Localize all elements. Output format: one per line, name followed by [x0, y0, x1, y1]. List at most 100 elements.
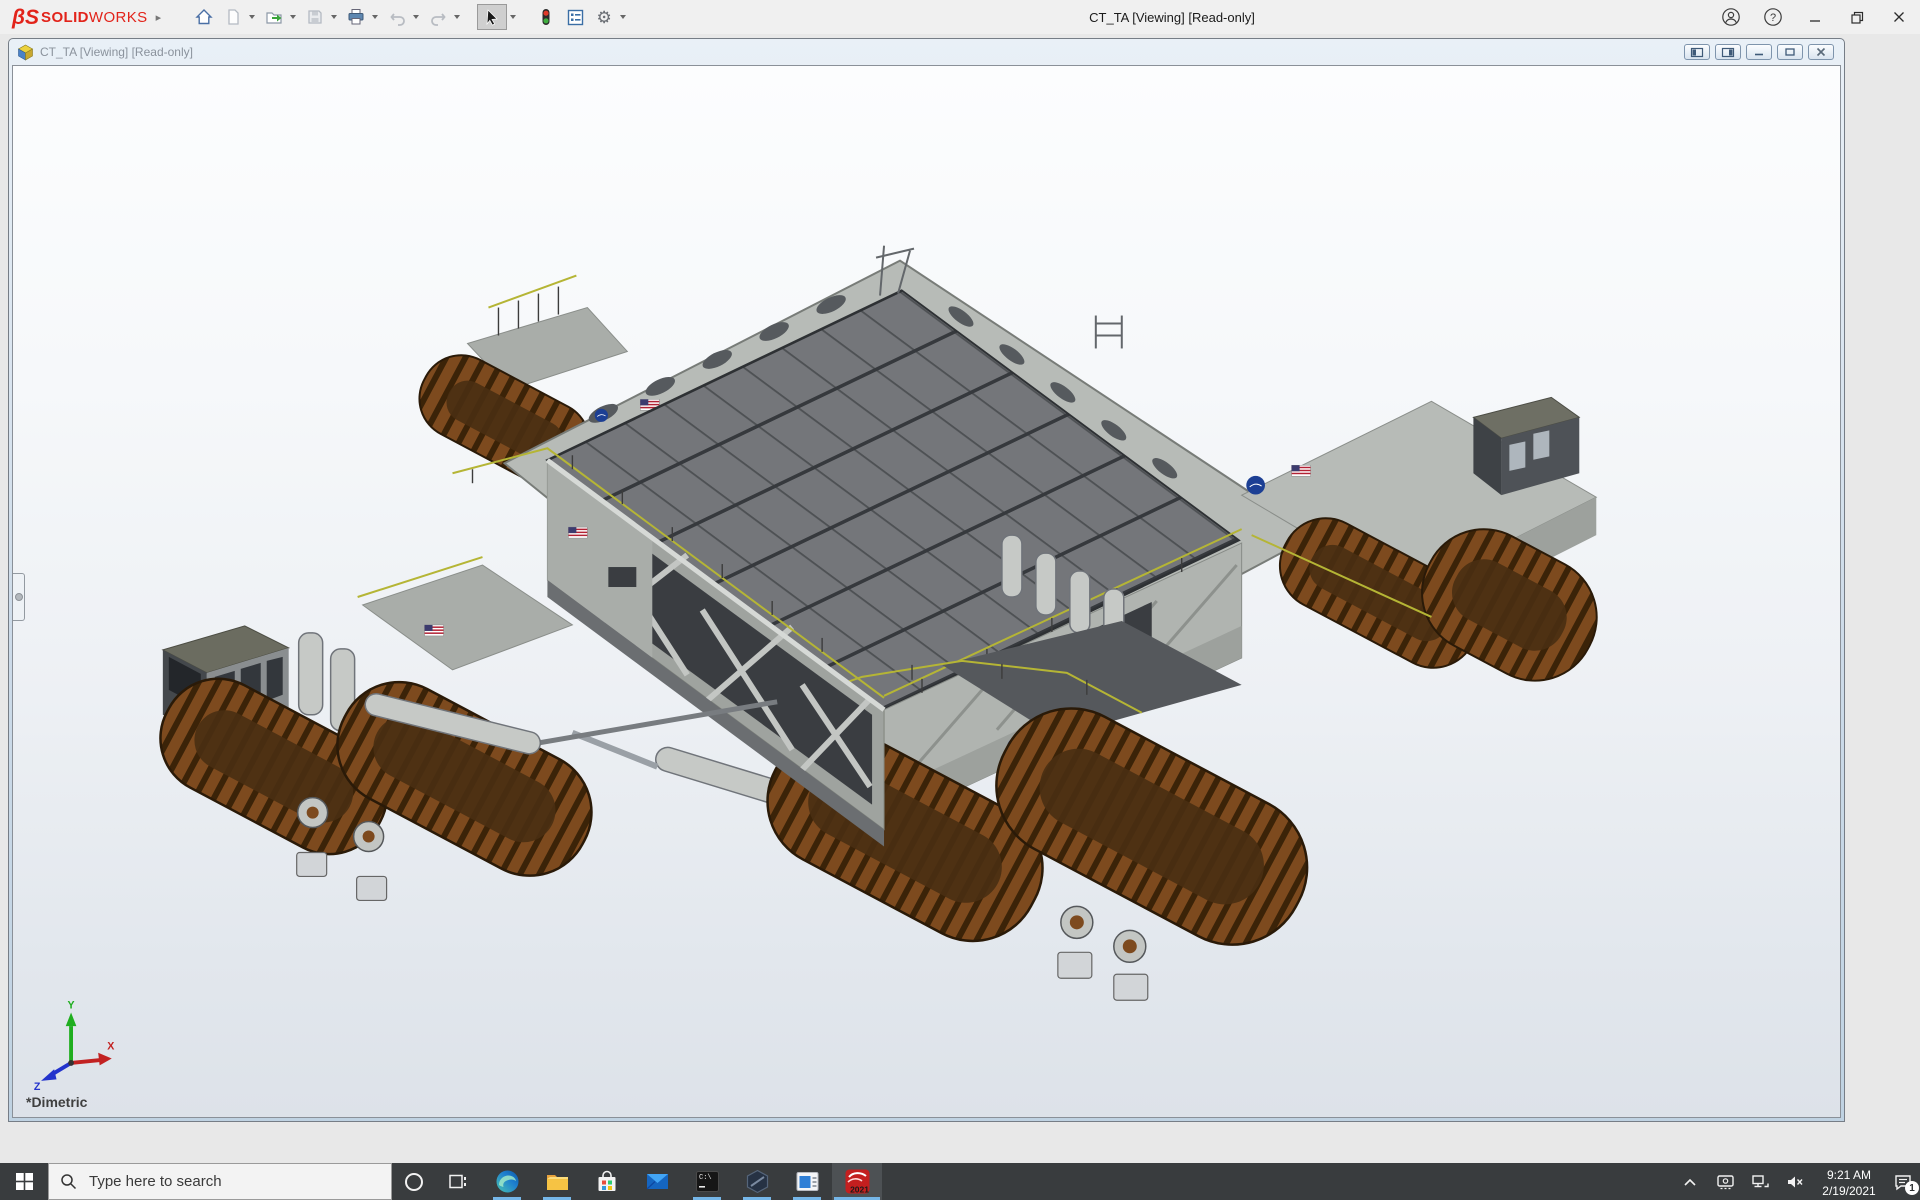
interference-lights-button[interactable]	[533, 4, 559, 30]
doc-close-icon	[1815, 47, 1827, 57]
assembly-cube-icon	[17, 44, 34, 61]
open-icon	[264, 7, 284, 27]
taskbar-app-mail[interactable]	[632, 1163, 682, 1200]
taskbar-search[interactable]	[48, 1163, 392, 1200]
action-center-button[interactable]: 1	[1891, 1163, 1915, 1200]
hexagon-app-icon	[745, 1169, 770, 1194]
pane-right-button[interactable]	[1715, 44, 1741, 60]
solidworks-2021-icon: 2021	[844, 1168, 871, 1195]
close-button[interactable]	[1888, 6, 1910, 28]
open-button[interactable]	[261, 4, 287, 30]
orientation-triad-icon: Y X Z	[27, 999, 119, 1091]
taskbar-apps: C:\	[482, 1163, 882, 1200]
task-list-button[interactable]	[562, 4, 588, 30]
home-icon	[194, 7, 214, 27]
doc-close-button[interactable]	[1808, 44, 1834, 60]
doc-restore-button[interactable]	[1777, 44, 1803, 60]
traffic-light-icon	[540, 7, 552, 27]
print-icon	[346, 7, 366, 27]
save-button[interactable]	[302, 4, 328, 30]
doc-minimize-button[interactable]	[1746, 44, 1772, 60]
chevron-up-icon	[1683, 1177, 1697, 1187]
home-button[interactable]	[191, 4, 217, 30]
taskbar-app-store[interactable]	[582, 1163, 632, 1200]
crawler-transporter-model	[13, 66, 1840, 1117]
network-button[interactable]	[1748, 1163, 1772, 1200]
redo-dropdown-icon[interactable]	[454, 15, 460, 19]
triad-y-label: Y	[68, 1000, 75, 1012]
workspace: CT_TA [Viewing] [Read-only]	[0, 34, 1920, 1163]
clock-time: 9:21 AM	[1818, 1168, 1880, 1184]
document-window-controls	[1684, 44, 1834, 60]
select-dropdown-icon[interactable]	[510, 15, 516, 19]
app-titlebar: βS SOLIDWORKS ▸	[0, 0, 1920, 35]
flyout-arrow-icon[interactable]: ▸	[156, 11, 162, 24]
document-titlebar[interactable]: CT_TA [Viewing] [Read-only]	[9, 39, 1844, 65]
print-button[interactable]	[343, 4, 369, 30]
taskbar-app-edge[interactable]	[482, 1163, 532, 1200]
restore-button[interactable]	[1846, 6, 1868, 28]
display-sync-button[interactable]	[1713, 1163, 1737, 1200]
print-dropdown-icon[interactable]	[372, 15, 378, 19]
taskbar-app-file-explorer[interactable]	[532, 1163, 582, 1200]
pane-left-icon	[1690, 47, 1704, 58]
task-view-icon	[448, 1172, 468, 1192]
collapsed-feature-pane-tab[interactable]	[13, 573, 25, 621]
taskbar-app-command-prompt[interactable]: C:\	[682, 1163, 732, 1200]
svg-text:2021: 2021	[850, 1185, 869, 1195]
display-sync-icon	[1716, 1173, 1735, 1190]
start-button[interactable]	[0, 1163, 48, 1200]
redo-button[interactable]	[425, 4, 451, 30]
options-button[interactable]: ⚙	[591, 4, 617, 30]
svg-text:C:\: C:\	[699, 1174, 712, 1182]
select-button[interactable]	[477, 4, 507, 30]
solidworks-wordmark: SOLIDWORKS	[41, 9, 148, 26]
right-truck	[1242, 397, 1618, 701]
screen: βS SOLIDWORKS ▸	[0, 0, 1920, 1200]
ds-logo-mark: βS	[12, 7, 39, 28]
search-input[interactable]	[87, 1172, 380, 1191]
save-icon	[306, 8, 324, 26]
cortana-button[interactable]	[392, 1163, 436, 1200]
undo-button[interactable]	[384, 4, 410, 30]
hidden-icons-button[interactable]	[1678, 1163, 1702, 1200]
account-button[interactable]	[1720, 6, 1742, 28]
new-document-button[interactable]	[220, 4, 246, 30]
clock-date: 2/19/2021	[1818, 1184, 1880, 1200]
new-dropdown-icon[interactable]	[249, 15, 255, 19]
pane-left-button[interactable]	[1684, 44, 1710, 60]
search-icon	[60, 1173, 77, 1190]
triad-z-label: Z	[34, 1081, 41, 1091]
edge-icon	[495, 1169, 520, 1194]
file-explorer-icon	[545, 1169, 570, 1194]
help-button[interactable]: ?	[1762, 6, 1784, 28]
task-view-button[interactable]	[436, 1163, 480, 1200]
minimize-icon	[1808, 10, 1822, 24]
windows-start-icon	[16, 1173, 33, 1190]
app-title: CT_TA [Viewing] [Read-only]	[1089, 0, 1255, 34]
graphics-viewport[interactable]: Y X Z *Dimetric	[12, 65, 1841, 1118]
minimize-button[interactable]	[1804, 6, 1826, 28]
taskbar-app-solidworks[interactable]: 2021	[832, 1163, 882, 1200]
taskbar-clock[interactable]: 9:21 AM 2/19/2021	[1818, 1163, 1880, 1200]
desktop-app-icon	[795, 1169, 820, 1194]
mail-icon	[645, 1169, 670, 1194]
taskbar-app-desktop[interactable]	[782, 1163, 832, 1200]
volume-muted-icon	[1786, 1174, 1805, 1190]
options-dropdown-icon[interactable]	[620, 15, 626, 19]
select-cursor-icon	[483, 8, 501, 26]
undo-dropdown-icon[interactable]	[413, 15, 419, 19]
store-icon	[595, 1170, 619, 1194]
open-dropdown-icon[interactable]	[290, 15, 296, 19]
new-document-icon	[224, 8, 242, 26]
triad-x-label: X	[107, 1040, 114, 1052]
cortana-icon	[403, 1171, 425, 1193]
volume-muted-button[interactable]	[1783, 1163, 1807, 1200]
network-icon	[1751, 1174, 1770, 1190]
document-window: CT_TA [Viewing] [Read-only]	[8, 38, 1845, 1122]
taskbar: C:\	[0, 1163, 1920, 1200]
task-list-icon	[566, 8, 585, 27]
nasa-decal	[595, 409, 608, 422]
save-dropdown-icon[interactable]	[331, 15, 337, 19]
taskbar-app-hexagon[interactable]	[732, 1163, 782, 1200]
